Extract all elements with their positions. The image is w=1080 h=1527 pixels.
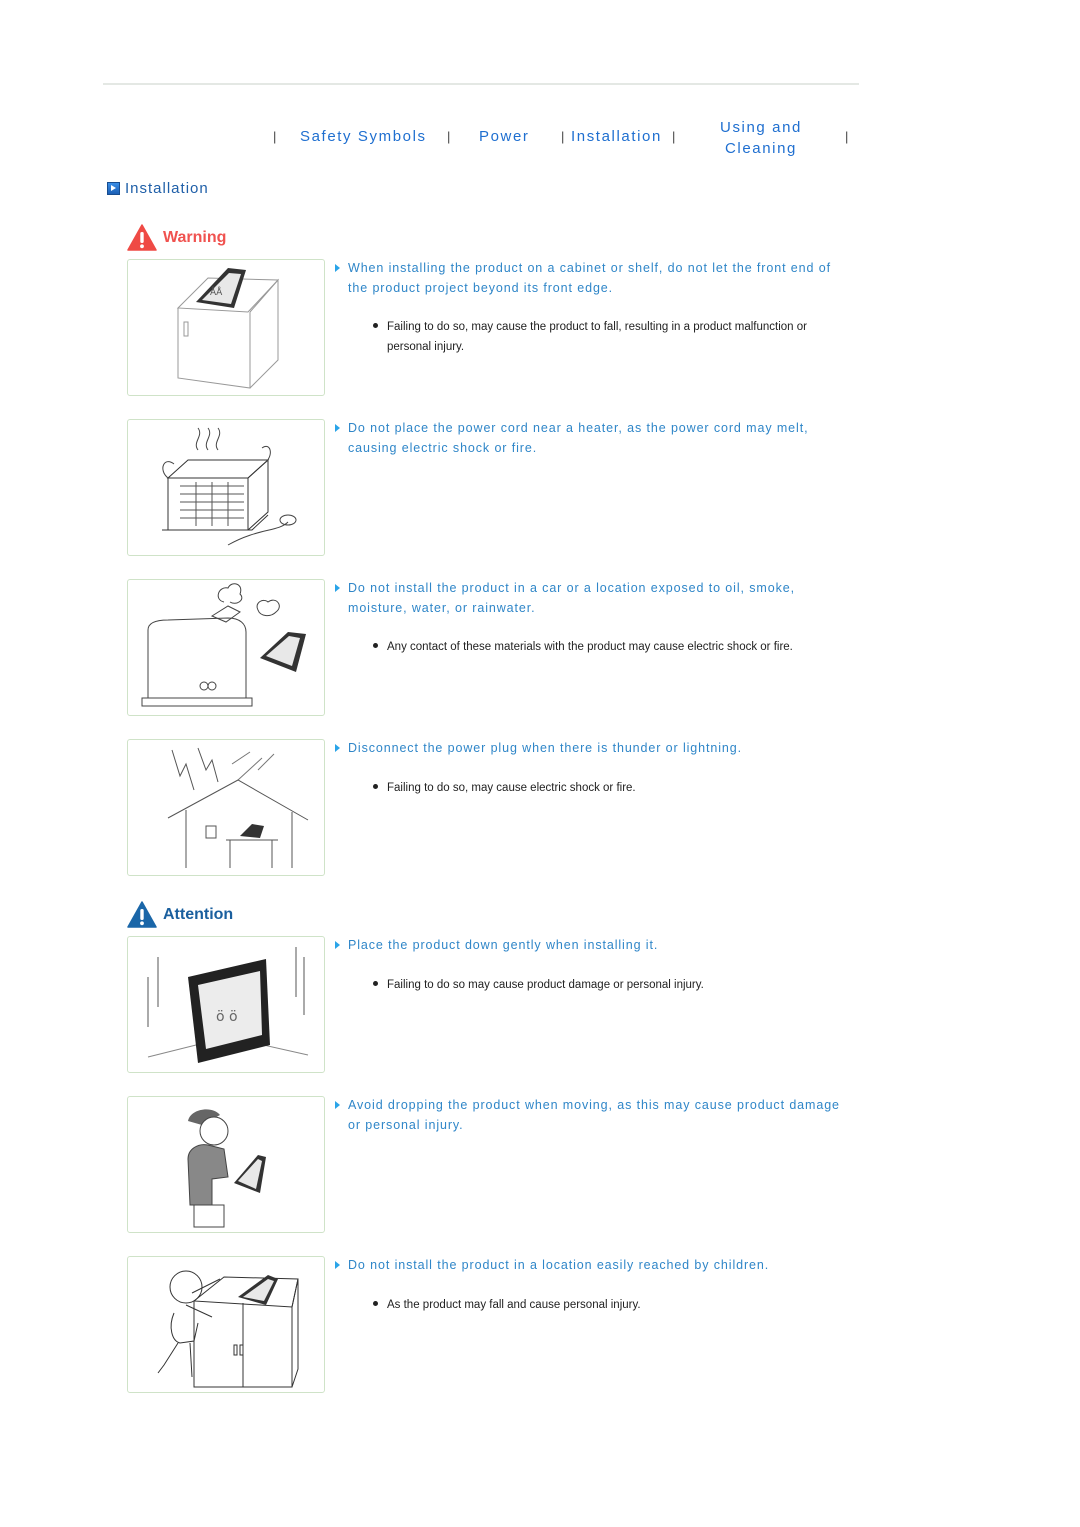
warning-label: Warning — [163, 228, 227, 246]
person-carrying-illustration — [187, 1109, 266, 1228]
bullet-text: As the product may fall and cause person… — [387, 1299, 641, 1311]
attention-badge: Attention — [127, 901, 233, 928]
bullet-text: Failing to do so, may cause electric sho… — [387, 782, 636, 794]
baby-cabinet-illustration — [157, 1270, 299, 1388]
humidifier-frame-illustration — [141, 583, 306, 707]
detail-bullet: Failing to do so, may cause the product … — [373, 317, 853, 357]
nav-link-using-and-cleaning[interactable]: Using and Cleaning — [712, 117, 810, 159]
attention-heading: Do not install the product in a location… — [335, 1256, 845, 1276]
warning-item: Do not install the product in a car or a… — [127, 579, 867, 716]
warning-heading: Disconnect the power plug when there is … — [335, 739, 845, 759]
bullet-arrow-icon — [335, 1101, 340, 1109]
section-title-text: Installation — [125, 180, 209, 197]
detail-bullet: Failing to do so, may cause electric sho… — [373, 778, 853, 798]
heading-text: Do not install the product in a location… — [348, 1258, 770, 1272]
warning-heading: When installing the product on a cabinet… — [335, 259, 845, 298]
attention-heading: Place the product down gently when insta… — [335, 936, 845, 956]
detail-bullet: As the product may fall and cause person… — [373, 1295, 853, 1315]
illustration-lightning — [127, 739, 325, 876]
attention-heading: Avoid dropping the product when moving, … — [335, 1096, 845, 1135]
bullet-arrow-icon — [335, 744, 340, 752]
attention-label: Attention — [163, 905, 234, 923]
nav-separator: | — [672, 129, 676, 144]
illustration-frame-drop: ö ö — [127, 936, 325, 1073]
illustration-frame-on-cabinet: ÅÅ — [127, 259, 325, 396]
bullet-arrow-icon — [335, 424, 340, 432]
top-divider — [103, 83, 859, 85]
illustration-humidifier — [127, 579, 325, 716]
nav-separator: | — [561, 129, 565, 144]
bullet-dot-icon — [373, 981, 378, 986]
section-title: Installation — [107, 180, 209, 197]
illustration-heater — [127, 419, 325, 556]
heading-text: Disconnect the power plug when there is … — [348, 741, 742, 755]
attention-item: Avoid dropping the product when moving, … — [127, 1096, 867, 1233]
nav-separator: | — [447, 129, 451, 144]
bullet-text: Any contact of these materials with the … — [387, 641, 793, 653]
nav-link-power[interactable]: Power — [479, 128, 530, 145]
bullet-arrow-icon — [335, 264, 340, 272]
attention-triangle-icon — [127, 901, 157, 928]
warning-badge: Warning — [127, 224, 226, 251]
heater-cord-illustration — [162, 427, 297, 546]
frame-drop-illustration: ö ö — [147, 947, 309, 1063]
bullet-dot-icon — [373, 323, 378, 328]
section-arrow-icon — [107, 182, 120, 195]
illustration-person-carrying — [127, 1096, 325, 1233]
bullet-dot-icon — [373, 784, 378, 789]
svg-text:ÅÅ: ÅÅ — [210, 286, 223, 298]
heading-text: When installing the product on a cabinet… — [348, 261, 831, 295]
cabinet-frame-illustration: ÅÅ — [176, 268, 280, 389]
illustration-baby-cabinet — [127, 1256, 325, 1393]
warning-item: ÅÅ When installing the product on a cabi… — [127, 259, 867, 396]
heading-text: Do not install the product in a car or a… — [348, 581, 795, 615]
nav-separator: | — [845, 129, 849, 144]
svg-text:ö ö: ö ö — [216, 1009, 238, 1025]
bullet-arrow-icon — [335, 584, 340, 592]
bullet-arrow-icon — [335, 1261, 340, 1269]
heading-text: Place the product down gently when insta… — [348, 938, 659, 952]
heading-text: Do not place the power cord near a heate… — [348, 421, 809, 455]
warning-item: Do not place the power cord near a heate… — [127, 419, 867, 556]
detail-bullet: Failing to do so may cause product damag… — [373, 975, 853, 995]
warning-item: Disconnect the power plug when there is … — [127, 739, 867, 876]
bullet-dot-icon — [373, 643, 378, 648]
bullet-text: Failing to do so may cause product damag… — [387, 979, 704, 991]
heading-text: Avoid dropping the product when moving, … — [348, 1098, 840, 1132]
nav-link-label-line2: Cleaning — [724, 140, 797, 157]
nav-link-installation[interactable]: Installation — [571, 128, 662, 145]
nav-link-label-line1: Using and — [720, 119, 802, 136]
lightning-house-illustration — [167, 747, 309, 868]
section-nav: | Safety Symbols | Power | Installation … — [0, 115, 1080, 165]
detail-bullet: Any contact of these materials with the … — [373, 637, 853, 657]
attention-item: ö ö Place the product down gently when i… — [127, 936, 867, 1073]
warning-heading: Do not install the product in a car or a… — [335, 579, 845, 618]
bullet-arrow-icon — [335, 941, 340, 949]
warning-triangle-icon — [127, 224, 157, 251]
nav-link-safety-symbols[interactable]: Safety Symbols — [300, 128, 427, 145]
bullet-text: Failing to do so, may cause the product … — [387, 321, 807, 353]
bullet-dot-icon — [373, 1301, 378, 1306]
attention-item: Do not install the product in a location… — [127, 1256, 867, 1393]
warning-heading: Do not place the power cord near a heate… — [335, 419, 845, 458]
nav-separator: | — [273, 129, 277, 144]
